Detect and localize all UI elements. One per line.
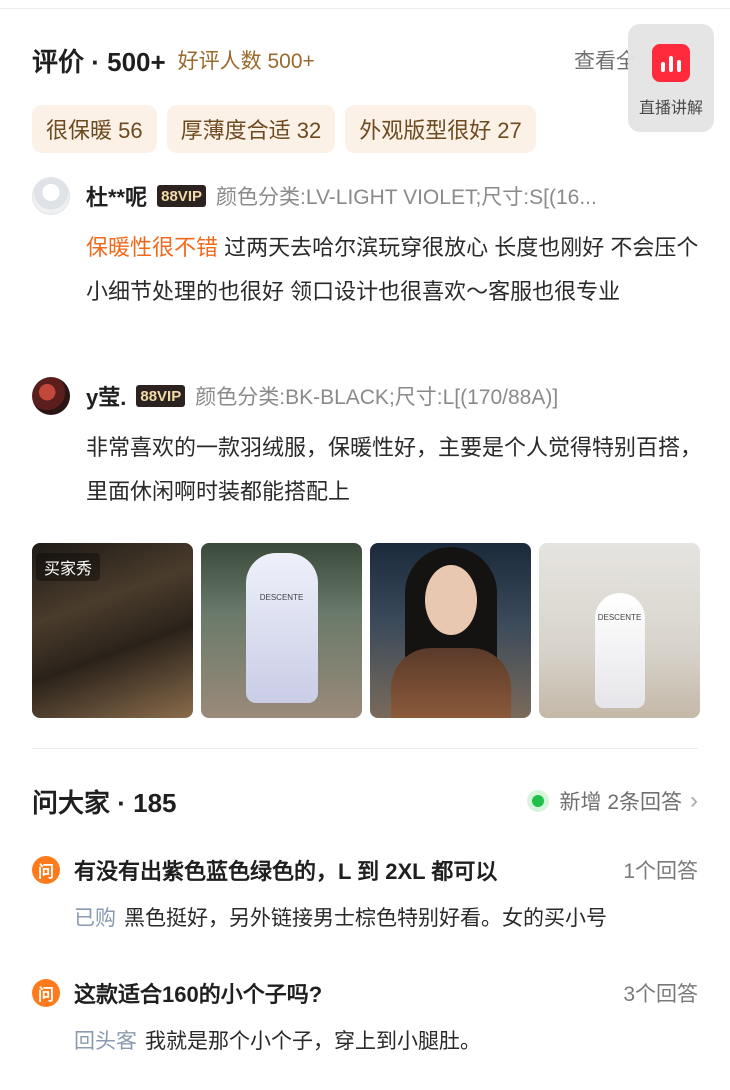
- qa-new-answers-label: 新增 2条回答: [559, 791, 682, 814]
- buyer-photo[interactable]: 买家秀: [32, 543, 193, 718]
- vip-badge: 88VIP: [136, 385, 186, 407]
- answer-text: 我就是那个小个子，穿上到小腿肚。: [145, 1030, 481, 1053]
- question-icon: 问: [32, 856, 60, 884]
- question-text: 有没有出紫色蓝色绿色的，L 到 2XL 都可以: [74, 859, 498, 884]
- buyer-show-badge: 买家秀: [36, 553, 101, 581]
- coat-brand-text: DESCENTE: [597, 613, 642, 622]
- reviews-title: 评价 · 500+: [32, 46, 166, 77]
- answer-text: 黑色挺好，另外链接男士棕色特别好看。女的买小号: [124, 907, 607, 930]
- see-all-reviews-link[interactable]: 查看全部: [574, 45, 634, 75]
- review-username: y莹.: [86, 385, 127, 410]
- answer-count: 1个回答: [623, 860, 698, 883]
- question-icon: 问: [32, 979, 60, 1007]
- qa-header: 问大家 · 185 新增 2条回答 ›: [32, 780, 698, 822]
- review-highlight: 保暖性很不错: [86, 235, 219, 260]
- review-tags: 很保暖 56 厚薄度合适 32 外观版型很好 27: [32, 105, 536, 153]
- section-divider: [32, 748, 698, 749]
- live-explain-label: 直播讲解: [638, 100, 703, 117]
- question-text: 这款适合160的小个子吗?: [74, 982, 323, 1007]
- reviews-header: 评价 · 500+ 好评人数 500+: [32, 40, 315, 80]
- review-text: 非常喜欢的一款羽绒服，保暖性好，主要是个人觉得特别百搭，里面休闲啊时装都能搭配上: [86, 426, 702, 514]
- buyer-photo[interactable]: DESCENTE: [201, 543, 362, 718]
- answer-label: 回头客: [74, 1030, 137, 1053]
- review-tag-warm[interactable]: 很保暖 56: [32, 105, 157, 153]
- buyer-photo[interactable]: DESCENTE: [539, 543, 700, 718]
- answer-label: 已购: [74, 907, 116, 930]
- qa-new-answers-link[interactable]: 新增 2条回答 ›: [527, 786, 698, 816]
- buyer-photo[interactable]: [370, 543, 531, 718]
- answer-row: 已购 黑色挺好，另外链接男士棕色特别好看。女的买小号: [74, 902, 698, 932]
- review-tag-fit[interactable]: 外观版型很好 27: [345, 105, 536, 153]
- live-bars-icon: [652, 44, 690, 82]
- avatar: [32, 377, 70, 415]
- review-item[interactable]: y莹. 88VIP 颜色分类:BK-BLACK;尺寸:L[(170/88A)] …: [32, 376, 702, 514]
- avatar: [32, 177, 70, 215]
- review-text: 保暖性很不错 过两天去哈尔滨玩穿很放心 长度也刚好 不会压个 小细节处理的也很好…: [86, 226, 702, 314]
- qa-item[interactable]: 问 这款适合160的小个子吗? 3个回答 回头客 我就是那个小个子，穿上到小腿肚。: [32, 973, 698, 1055]
- review-body: 非常喜欢的一款羽绒服，保暖性好，主要是个人觉得特别百搭，里面休闲啊时装都能搭配上: [86, 435, 703, 504]
- live-explain-button[interactable]: 直播讲解: [628, 24, 714, 132]
- chevron-right-icon: ›: [690, 787, 698, 814]
- review-item[interactable]: 杜**呢 88VIP 颜色分类:LV-LIGHT VIOLET;尺寸:S[(16…: [32, 176, 702, 314]
- coat-brand-text: DESCENTE: [259, 593, 304, 602]
- answer-row: 回头客 我就是那个小个子，穿上到小腿肚。: [74, 1025, 698, 1055]
- buyer-photos: 买家秀 DESCENTE DESCENTE: [32, 543, 700, 718]
- review-username: 杜**呢: [86, 185, 148, 210]
- review-tag-thickness[interactable]: 厚薄度合适 32: [166, 105, 336, 153]
- vip-badge: 88VIP: [157, 185, 206, 207]
- top-divider: [0, 8, 730, 9]
- answer-count: 3个回答: [623, 983, 698, 1006]
- green-dot-icon: [527, 790, 550, 812]
- qa-title: 问大家 · 185: [32, 787, 177, 818]
- reviews-positive-count: 好评人数 500+: [177, 50, 315, 73]
- review-spec: 颜色分类:LV-LIGHT VIOLET;尺寸:S[(16...: [216, 186, 597, 209]
- review-spec: 颜色分类:BK-BLACK;尺寸:L[(170/88A)]: [195, 386, 559, 409]
- qa-item[interactable]: 问 有没有出紫色蓝色绿色的，L 到 2XL 都可以 1个回答 已购 黑色挺好，另外…: [32, 850, 698, 932]
